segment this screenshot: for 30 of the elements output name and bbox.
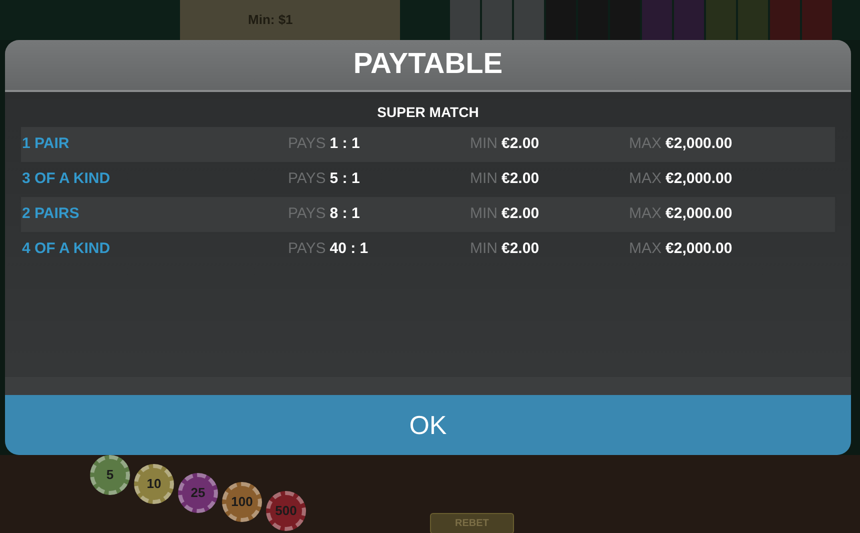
section-title: SUPER MATCH	[376, 103, 480, 122]
payout-label: PAYS	[288, 240, 326, 258]
ok-button[interactable]: OK	[5, 395, 851, 455]
betting-chip[interactable]: 5	[90, 455, 130, 495]
payout-value: 1 : 1	[330, 135, 360, 152]
betting-chip[interactable]: 10	[134, 464, 174, 504]
hand-name: 1 PAIR	[21, 134, 70, 154]
betting-chip[interactable]: 100	[222, 482, 262, 522]
min-bet-value: €2.00	[502, 205, 540, 222]
min-bet-value: €2.00	[502, 170, 540, 188]
hand-name: 4 OF A KIND	[21, 239, 112, 260]
payout-value: 5 : 1	[330, 170, 360, 188]
betting-chip[interactable]: 500	[266, 491, 306, 531]
payout-label: PAYS	[288, 170, 326, 188]
max-bet-label: MAX	[629, 240, 662, 258]
max-bet-label: MAX	[629, 170, 662, 188]
min-bet-value: €2.00	[502, 240, 540, 258]
min-bet-value: €2.00	[502, 135, 540, 152]
betting-chip[interactable]: 25	[178, 473, 218, 513]
min-bet-label: MIN	[470, 240, 498, 258]
max-bet-value: €2,000.00	[666, 135, 732, 152]
min-bet-label: MIN	[470, 170, 498, 188]
hand-name: 2 PAIRS	[21, 204, 80, 224]
payout-value: 8 : 1	[330, 205, 360, 222]
dialog-title: PAYTABLE	[353, 47, 503, 82]
payout-value: 40 : 1	[330, 240, 368, 258]
max-bet-value: €2,000.00	[666, 205, 732, 222]
max-bet-value: €2,000.00	[666, 170, 732, 188]
max-bet-value: €2,000.00	[666, 240, 732, 258]
hand-name: 3 OF A KIND	[21, 169, 112, 190]
